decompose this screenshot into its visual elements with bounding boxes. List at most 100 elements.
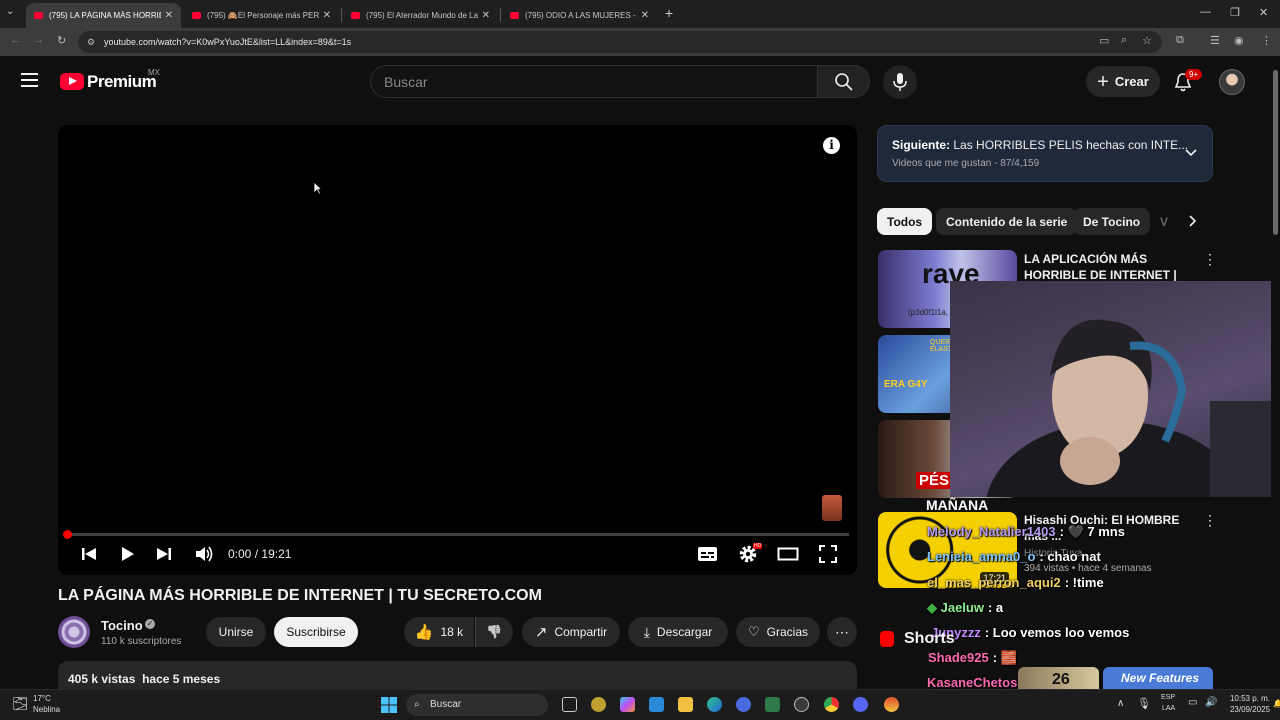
account-avatar[interactable] [1219,69,1245,95]
browser-tab[interactable]: (795) El Aterrador Mundo de La ✕ [343,3,498,28]
logo-text[interactable]: Premium [87,72,157,92]
widgets-icon[interactable] [591,697,606,712]
search-input[interactable] [371,66,791,97]
search-icon: ⌕ [414,699,420,710]
windows-start-icon[interactable] [381,697,397,713]
video-player[interactable]: i 0:00 / 19:21 HD [58,125,857,575]
keyboard-layout[interactable]: LAA [1162,705,1175,712]
chevron-down-icon[interactable] [1184,146,1198,160]
taskbar-search[interactable]: ⌕ Buscar [406,694,548,716]
weather-condition[interactable]: Neblina [33,705,60,714]
page-scrollbar[interactable] [1271,56,1280,689]
chrome-icon[interactable] [824,697,839,712]
scrollbar-thumb[interactable] [1273,70,1278,235]
clock-time[interactable]: 10:53 p. m. [1226,694,1270,703]
tray-overflow-icon[interactable]: ∧ [1117,698,1124,709]
play-icon[interactable] [120,544,136,564]
weather-temperature[interactable]: 17°C [33,694,51,703]
speaker-icon[interactable]: 🔊 [1205,697,1217,708]
edge-icon[interactable] [707,697,722,712]
new-tab-icon[interactable]: + [665,5,673,21]
more-actions-button[interactable]: ⋯ [827,617,857,647]
clock-date[interactable]: 23/09/2025 [1222,705,1270,714]
address-bar[interactable]: ⚙ youtube.com/watch?v=K0wPxYuoJtE&list=L… [78,31,1162,53]
close-tab-icon[interactable]: ✕ [482,10,490,21]
volume-icon[interactable] [194,544,214,564]
download-button[interactable]: ⤓ Descargar [628,617,728,647]
chat-message: Lenieia_amna0_o: chao nat [927,549,1101,564]
browser-tab[interactable]: (795) ODIO A LAS MUJERES - Y ✕ [502,3,657,28]
voice-search-button[interactable] [883,65,917,99]
app-icon-2[interactable] [884,697,899,712]
playlist-next-panel[interactable]: Siguiente: Las HORRIBLES PELIS hechas co… [877,125,1213,182]
input-language[interactable]: ESP [1161,694,1175,701]
close-tab-icon[interactable]: ✕ [323,10,331,21]
forward-icon[interactable]: → [33,34,44,46]
discord-icon[interactable] [853,697,868,712]
join-button[interactable]: Unirse [206,617,266,647]
subscribe-button[interactable]: Suscribirse [274,617,358,647]
channel-avatar[interactable] [58,616,90,648]
bookmark-star-icon[interactable]: ☆ [1142,34,1152,47]
browser-tab[interactable]: (795) LA PÁGINA MÁS HORRIBLE ✕ [26,3,181,28]
share-button[interactable]: ↗ Compartir [522,617,620,647]
extensions-icon[interactable]: ⧉ [1176,34,1184,47]
steam-icon[interactable] [794,697,809,712]
scrubber-handle[interactable] [63,530,72,539]
zoom-icon[interactable]: ⌕ [1121,34,1127,47]
dislike-button[interactable]: 👎 [475,617,513,647]
progress-bar[interactable] [66,533,849,536]
chrome-menu-icon[interactable]: ⋮ [1261,34,1272,47]
close-tab-icon[interactable]: ✕ [165,10,173,21]
create-button[interactable]: + Crear [1086,66,1160,97]
channel-watermark[interactable] [822,495,842,521]
chip-from-channel[interactable]: De Tocino [1073,208,1151,235]
media-controls-icon[interactable]: ☰ [1210,34,1220,47]
microphone-tray-icon[interactable]: 🎙 [1137,697,1151,710]
theater-mode-icon[interactable] [777,544,799,564]
webcam-overlay [950,281,1280,497]
tab-list-dropdown-icon[interactable]: ⌄ [6,6,14,17]
previous-icon[interactable] [81,544,97,564]
window-close-icon[interactable]: ✕ [1259,6,1268,19]
restore-icon[interactable]: ❐ [1230,6,1240,19]
weather-icon[interactable]: 🌫 [12,696,29,712]
back-icon[interactable]: ← [10,34,21,46]
shorts-icon [880,631,894,647]
shorts-thumbnail[interactable]: 26 [1018,667,1099,689]
youtube-logo-icon[interactable] [60,73,84,90]
profile-icon[interactable]: ◉ [1234,34,1244,47]
chip-all[interactable]: Todos [877,208,933,235]
file-explorer-icon[interactable] [678,697,693,712]
fullscreen-icon[interactable] [818,544,838,564]
close-tab-icon[interactable]: ✕ [641,10,649,21]
cast-icon[interactable]: ▭ [1099,34,1109,47]
more-vertical-icon[interactable]: ⋮ [1203,512,1217,529]
overlay-banner: MAÑANA [926,497,989,513]
channel-name[interactable]: Tocino [101,618,143,633]
search-button[interactable] [817,65,870,98]
store-icon[interactable] [649,697,664,712]
browser-tab[interactable]: (795) 🙈El Personaje más PERT ✕ [184,3,339,28]
more-vertical-icon[interactable]: ⋮ [1203,251,1217,268]
terminal-icon[interactable] [765,697,780,712]
reload-icon[interactable]: ↻ [57,34,66,47]
subtitles-icon[interactable] [697,544,718,564]
notification-center-icon[interactable]: 🔔 [1273,699,1280,708]
guide-menu-icon[interactable] [21,73,38,87]
minimize-icon[interactable]: — [1200,6,1211,18]
app-icon[interactable] [736,697,751,712]
task-view-icon[interactable] [562,697,577,712]
copilot-icon[interactable] [620,697,635,712]
next-icon[interactable] [156,544,172,564]
playlist-next-title: Siguiente: Las HORRIBLES PELIS hechas co… [892,138,1189,152]
thanks-button[interactable]: ♡ Gracias [736,617,820,647]
network-icon[interactable]: ▭ [1188,697,1197,708]
shorts-thumbnail[interactable]: New Features [1103,667,1213,689]
chip-series-content[interactable]: Contenido de la serie [936,208,1078,235]
chip-partial[interactable]: V [1150,208,1178,235]
site-info-icon[interactable]: ⚙ [87,31,95,53]
chevron-right-icon[interactable] [1185,214,1199,228]
info-icon[interactable]: i [823,137,840,154]
like-button[interactable]: 👍 18 k [404,617,474,647]
